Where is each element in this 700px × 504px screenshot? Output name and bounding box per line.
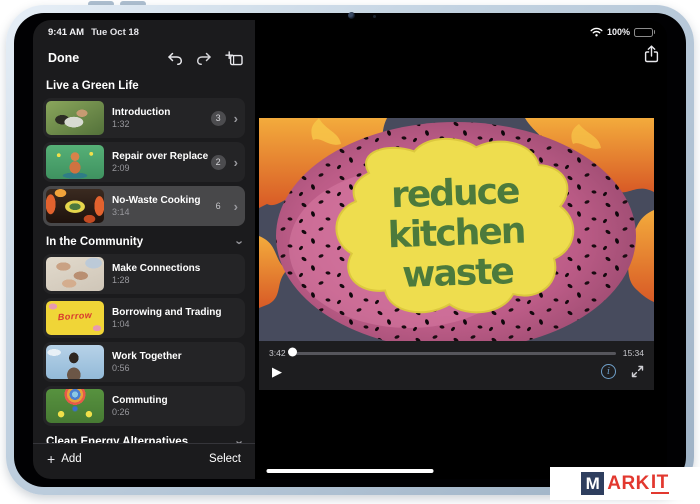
done-button[interactable]: Done	[48, 51, 79, 65]
video-surface[interactable]: reduce kitchen waste	[259, 118, 654, 341]
video-thumbnail	[46, 189, 104, 223]
video-thumbnail	[46, 389, 104, 423]
watermark-logo-m: M	[581, 472, 604, 495]
lesson-sidebar: Done	[33, 20, 255, 479]
front-camera	[348, 12, 355, 19]
lesson-row-make-connections[interactable]: Make Connections 1:28	[43, 254, 245, 294]
count-badge: 6	[211, 199, 226, 214]
section-header-live-a-green-life[interactable]: Live a Green Life	[43, 74, 245, 98]
mic-dot	[373, 15, 376, 18]
lesson-row-work-together[interactable]: Work Together 0:56	[43, 342, 245, 382]
add-button[interactable]: + Add	[47, 452, 82, 466]
video-title-line-1: reduce	[390, 171, 519, 216]
lesson-row-commuting[interactable]: Commuting 0:26	[43, 386, 245, 426]
elapsed-time: 3:42	[269, 348, 286, 358]
screen: 9:41 AM Tue Oct 18 100% Done	[33, 20, 667, 479]
lesson-row-borrowing-and-trading[interactable]: Borrow Borrowing and Trading 1:04	[43, 298, 245, 338]
select-button[interactable]: Select	[209, 453, 241, 465]
count-badge: 3	[211, 111, 226, 126]
redo-icon[interactable]	[196, 52, 212, 65]
playback-controls: 3:42 15:34 ▶ i	[259, 341, 654, 390]
section-header-clean-energy-alternatives[interactable]: Clean Energy Alternatives ›	[43, 430, 245, 443]
count-badge: 2	[211, 155, 226, 170]
video-title-line-2: kitchen	[387, 211, 525, 257]
sidebar-footer: + Add Select	[33, 443, 255, 474]
video-thumbnail	[46, 257, 104, 291]
plus-icon: +	[47, 452, 55, 466]
home-indicator[interactable]	[267, 469, 434, 474]
undo-icon[interactable]	[167, 52, 183, 65]
fullscreen-icon[interactable]	[631, 365, 644, 378]
video-thumbnail: Borrow	[46, 301, 104, 335]
thumbnail-art-text: Borrow	[46, 309, 104, 323]
video-thumbnail	[46, 345, 104, 379]
progress-track[interactable]	[293, 352, 616, 355]
lesson-row-no-waste-cooking[interactable]: No-Waste Cooking 3:14 6 ›	[43, 186, 245, 226]
play-button[interactable]: ▶	[272, 365, 282, 378]
chevron-right-icon: ›	[234, 156, 238, 169]
ipad-mockup: 9:41 AM Tue Oct 18 100% Done	[0, 0, 700, 504]
total-time: 15:34	[623, 348, 644, 358]
lesson-row-introduction[interactable]: Introduction 1:32 3 ›	[43, 98, 245, 138]
add-clip-icon[interactable]	[225, 51, 243, 66]
chevron-down-icon: ›	[233, 240, 246, 244]
share-icon[interactable]	[644, 45, 659, 63]
sidebar-toolbar: Done	[33, 44, 255, 72]
video-thumbnail	[46, 145, 104, 179]
chevron-right-icon: ›	[234, 200, 238, 213]
info-icon[interactable]: i	[601, 364, 616, 379]
video-player: reduce kitchen waste 3:42	[259, 118, 654, 390]
video-title-line-3: waste	[402, 251, 515, 296]
video-thumbnail	[46, 101, 104, 135]
video-frame-art: reduce kitchen waste	[259, 118, 654, 341]
chevron-right-icon: ›	[234, 112, 238, 125]
chevron-down-icon: ›	[233, 440, 246, 443]
markit-watermark: M ARK IT	[550, 467, 700, 500]
section-header-in-the-community[interactable]: In the Community ›	[43, 230, 245, 254]
lesson-list: Live a Green Life Introduction 1:32 3 › …	[33, 72, 255, 443]
progress-knob[interactable]	[288, 347, 297, 356]
lesson-row-repair-over-replace[interactable]: Repair over Replace 2:09 2 ›	[43, 142, 245, 182]
main-area: reduce kitchen waste 3:42	[255, 20, 667, 479]
